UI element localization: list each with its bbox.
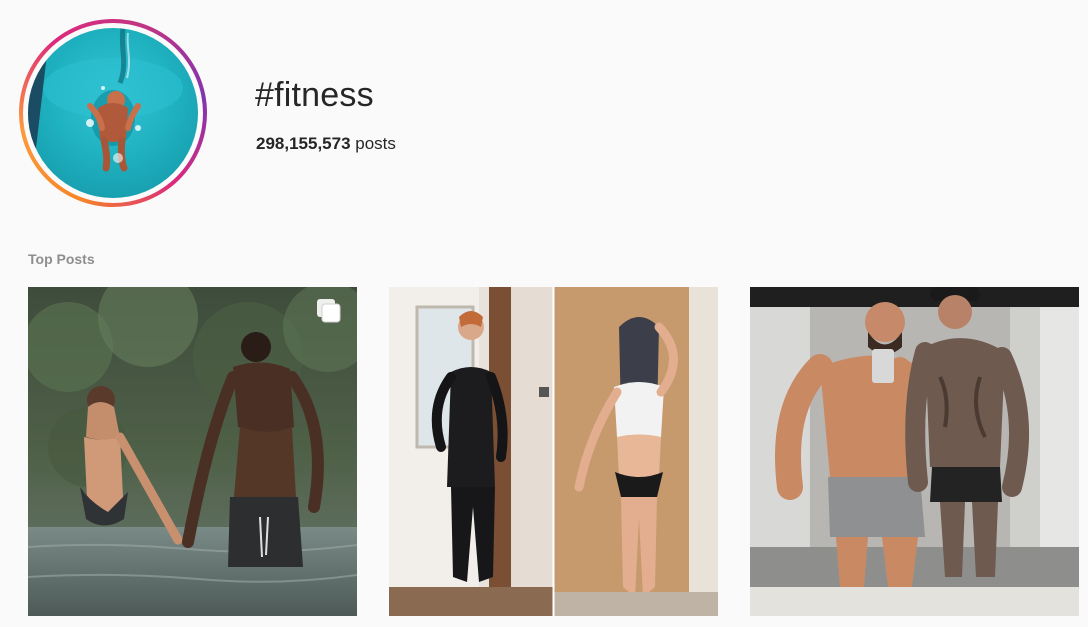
multiple-photos-icon	[317, 299, 341, 323]
top-post-tile-3[interactable]	[750, 287, 1079, 616]
top-post-tile-2[interactable]	[389, 287, 718, 616]
top-posts-heading: Top Posts	[28, 251, 95, 267]
hashtag-avatar[interactable]	[19, 19, 207, 207]
swimmer-avatar-image	[28, 28, 198, 198]
post-count: 298,155,573 posts	[256, 133, 396, 155]
hashtag-page: #fitness 298,155,573 posts Top Posts	[0, 0, 1088, 627]
post-count-suffix: posts	[350, 134, 396, 153]
hashtag-title: #fitness	[255, 76, 374, 114]
post-count-number: 298,155,573	[256, 134, 351, 153]
top-post-tile-1[interactable]	[28, 287, 357, 616]
